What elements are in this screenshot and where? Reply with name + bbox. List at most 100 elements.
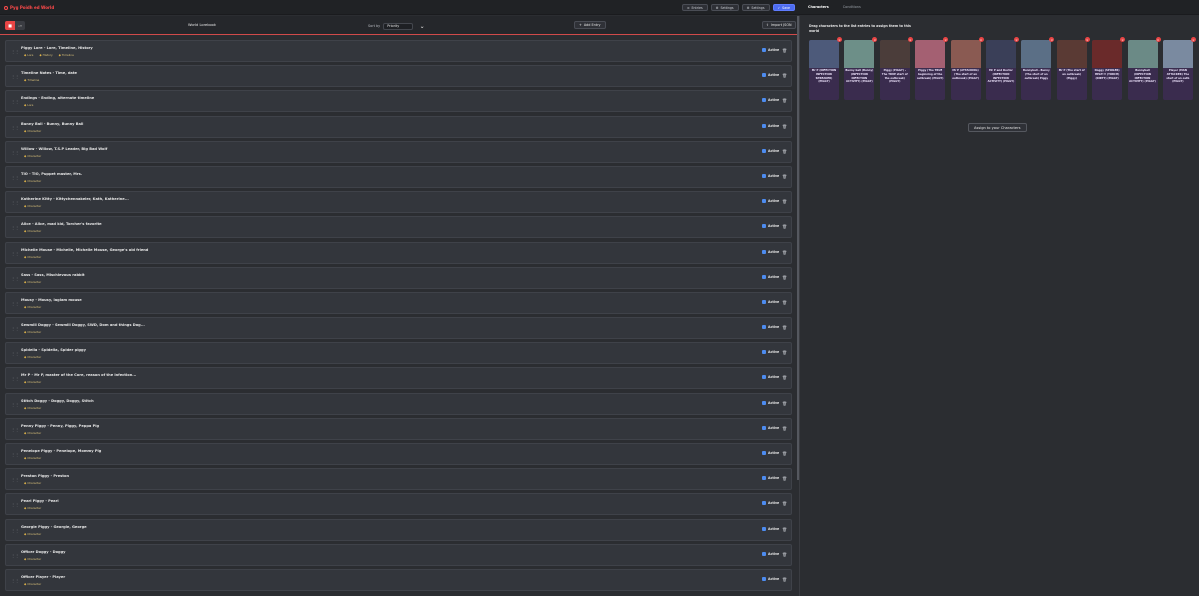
character-card[interactable]: × Mr P and Doctor (INFECTION INFECTION AC… xyxy=(985,37,1019,100)
entry-name[interactable]: Spidella - Spidella, Spider piggy xyxy=(21,348,86,352)
entry-active-toggle[interactable]: Active xyxy=(762,73,779,78)
entry-name[interactable]: Georgie Piggy - Georgie, George xyxy=(21,525,87,529)
close-icon[interactable]: × xyxy=(837,37,842,42)
entry-name[interactable]: Stitch Doggy - Doggy, Doggy, Stitch xyxy=(21,399,94,403)
entry-active-toggle[interactable]: Active xyxy=(762,501,779,506)
entry-active-toggle[interactable]: Active xyxy=(762,98,779,103)
assign-button[interactable]: Assign to your Characters xyxy=(968,123,1027,132)
entry-name[interactable]: Willow - Willow, T.S.P Leader, Big Bad W… xyxy=(21,147,107,151)
drag-handle-icon[interactable]: ⋮⋮ xyxy=(11,528,19,534)
sort-select[interactable]: Priority xyxy=(383,22,414,30)
character-card[interactable]: × Mr P (ATTACKING) (The start of an outbr… xyxy=(950,37,984,100)
table-row[interactable]: ⋮⋮ Spidella - Spidella, Spider piggy ◆ Char… xyxy=(5,342,792,365)
table-row[interactable]: ⋮⋮ Timeline Notes - Time, date ◆ Timeline Ac… xyxy=(5,65,792,88)
trash-icon[interactable]: 🗑 xyxy=(782,401,787,406)
toggle-on[interactable]: ■ xyxy=(5,21,15,30)
trash-icon[interactable]: 🗑 xyxy=(782,501,787,506)
drag-handle-icon[interactable]: ⋮⋮ xyxy=(11,150,19,156)
tab-characters[interactable]: Characters xyxy=(808,5,829,9)
close-icon[interactable]: × xyxy=(1013,37,1019,42)
drag-handle-icon[interactable]: ⋮⋮ xyxy=(11,99,19,105)
trash-icon[interactable]: 🗑 xyxy=(782,250,787,255)
trash-icon[interactable]: 🗑 xyxy=(782,577,787,582)
entry-name[interactable]: Mr P - Mr P, master of the Core, reason … xyxy=(21,373,136,377)
trash-icon[interactable]: 🗑 xyxy=(782,527,787,532)
view-toggle[interactable]: ■ off xyxy=(5,21,25,30)
drag-handle-icon[interactable]: ⋮⋮ xyxy=(11,477,19,483)
drag-handle-icon[interactable]: ⋮⋮ xyxy=(11,74,19,80)
tab-conditions[interactable]: Conditions xyxy=(843,5,861,9)
close-icon[interactable]: × xyxy=(1049,37,1055,42)
close-icon[interactable]: × xyxy=(943,37,949,42)
table-row[interactable]: ⋮⋮ Preston Piggy - Preston ◆ Character Activ… xyxy=(5,468,792,491)
entry-active-toggle[interactable]: Active xyxy=(762,148,779,153)
trash-icon[interactable]: 🗑 xyxy=(782,199,787,204)
character-card[interactable]: × Bunnyball - Bunny (The start of an outb… xyxy=(1021,37,1055,100)
drag-handle-icon[interactable]: ⋮⋮ xyxy=(11,301,19,307)
character-card[interactable]: × Player (MAN ATTACKER) The start of an o… xyxy=(1162,37,1196,100)
character-card[interactable]: × Mr P (INFECTION INFECTION SPREADER) (PI… xyxy=(809,37,842,100)
entry-active-toggle[interactable]: Active xyxy=(762,224,779,229)
trash-icon[interactable]: 🗑 xyxy=(782,98,787,103)
table-row[interactable]: ⋮⋮ TIO - TIO, Puppet master, Mrs. ◆ Charact… xyxy=(5,165,792,188)
entry-name[interactable]: Preston Piggy - Preston xyxy=(21,474,69,478)
drag-handle-icon[interactable]: ⋮⋮ xyxy=(11,452,19,458)
entry-name[interactable]: Officer Player - Player xyxy=(21,575,65,579)
table-row[interactable]: ⋮⋮ Officer Player - Player ◆ Character Activ… xyxy=(5,568,792,591)
entry-active-toggle[interactable]: Active xyxy=(762,325,779,330)
trash-icon[interactable]: 🗑 xyxy=(782,552,787,557)
trash-icon[interactable]: 🗑 xyxy=(782,124,787,129)
table-row[interactable]: ⋮⋮ Bunny Ball - Bunny, Bunny Ball ◆ Charact… xyxy=(5,115,792,138)
trash-icon[interactable]: 🗑 xyxy=(782,375,787,380)
table-row[interactable]: ⋮⋮ Mr P - Mr P, master of the Core, reaso… xyxy=(5,367,792,390)
entry-active-toggle[interactable]: Active xyxy=(762,476,779,481)
entry-active-toggle[interactable]: Active xyxy=(762,375,779,380)
drag-handle-icon[interactable]: ⋮⋮ xyxy=(11,402,19,408)
entry-active-toggle[interactable]: Active xyxy=(762,350,779,355)
entry-active-toggle[interactable]: Active xyxy=(762,299,779,304)
add-entry-button[interactable]: + Add Entry xyxy=(574,21,606,29)
drag-handle-icon[interactable]: ⋮⋮ xyxy=(11,225,19,231)
entry-name[interactable]: Officer Doggy - Doggy xyxy=(21,550,66,554)
table-row[interactable]: ⋮⋮ Pearl Piggy - Pearl ◆ Character Active 🗑 xyxy=(5,493,792,516)
table-row[interactable]: ⋮⋮ Katherine Kitty - Kittychennakeler, Ka… xyxy=(5,191,792,214)
table-row[interactable]: ⋮⋮ Officer Doggy - Doggy ◆ Character Active 🗑 xyxy=(5,543,792,566)
table-row[interactable]: ⋮⋮ Penny Piggy - Penny, Piggy, Peppa Pig ◆… xyxy=(5,417,792,440)
character-card[interactable]: × Doggy (SPOILER) HELP!!! (TORCH) (DIRTY)… xyxy=(1092,37,1126,100)
entry-active-toggle[interactable]: Active xyxy=(762,249,779,254)
character-card[interactable]: × Mr P (The start of an outbreak) (Piggy) xyxy=(1056,37,1090,100)
drag-handle-icon[interactable]: ⋮⋮ xyxy=(11,427,19,433)
character-card[interactable]: × Piggy (PIGGY) - The TRUE start of the o… xyxy=(879,37,913,100)
drag-handle-icon[interactable]: ⋮⋮ xyxy=(11,125,19,131)
drag-handle-icon[interactable]: ⋮⋮ xyxy=(11,502,19,508)
entry-active-toggle[interactable]: Active xyxy=(762,173,779,178)
entry-name[interactable]: Bunny Ball - Bunny, Bunny Ball xyxy=(21,122,83,126)
trash-icon[interactable]: 🗑 xyxy=(782,224,787,229)
entry-name[interactable]: Alice - Alice, mad kid, Torcher's favori… xyxy=(21,222,102,226)
character-card[interactable]: × Bunny ball (Bunny) (INFECTION INFECTION… xyxy=(844,37,878,100)
nav-button-entries[interactable]: ≡ Entries xyxy=(681,4,708,11)
entry-active-toggle[interactable]: Active xyxy=(762,526,779,531)
character-card[interactable]: × Bunnyball (INFECTION INFECTION ACTIVITY… xyxy=(1127,37,1161,100)
table-row[interactable]: ⋮⋮ Alice - Alice, mad kid, Torcher's favo… xyxy=(5,216,792,239)
trash-icon[interactable]: 🗑 xyxy=(782,325,787,330)
trash-icon[interactable]: 🗑 xyxy=(782,476,787,481)
entry-name[interactable]: Piggy Lore - Lore, Timeline, History xyxy=(21,46,93,50)
entry-name[interactable]: Timeline Notes - Time, date xyxy=(21,71,77,75)
trash-icon[interactable]: 🗑 xyxy=(782,174,787,179)
entry-name[interactable]: Penny Piggy - Penny, Piggy, Peppa Pig xyxy=(21,424,99,428)
entry-name[interactable]: Penelope Piggy - Penelope, Mommy Pig xyxy=(21,449,101,453)
drag-handle-icon[interactable]: ⋮⋮ xyxy=(11,553,19,559)
entry-active-toggle[interactable]: Active xyxy=(762,451,779,455)
table-row[interactable]: ⋮⋮ Piggy Lore - Lore, Timeline, History ◆ L… xyxy=(5,40,792,62)
entry-name[interactable]: Sass - Sass, Mischievous rabbit xyxy=(21,273,85,277)
trash-icon[interactable]: 🗑 xyxy=(782,275,787,280)
toggle-off[interactable]: off xyxy=(15,21,25,30)
trash-icon[interactable]: 🗑 xyxy=(782,149,787,154)
close-icon[interactable]: × xyxy=(978,37,984,42)
close-icon[interactable]: × xyxy=(1084,37,1090,42)
drag-handle-icon[interactable]: ⋮⋮ xyxy=(11,175,19,181)
entry-active-toggle[interactable]: Active xyxy=(762,551,779,556)
table-row[interactable]: ⋮⋮ Sewmill Doggy - Sewmill Doggy, SWD, Do… xyxy=(5,317,792,340)
entry-active-toggle[interactable]: Active xyxy=(762,48,779,52)
